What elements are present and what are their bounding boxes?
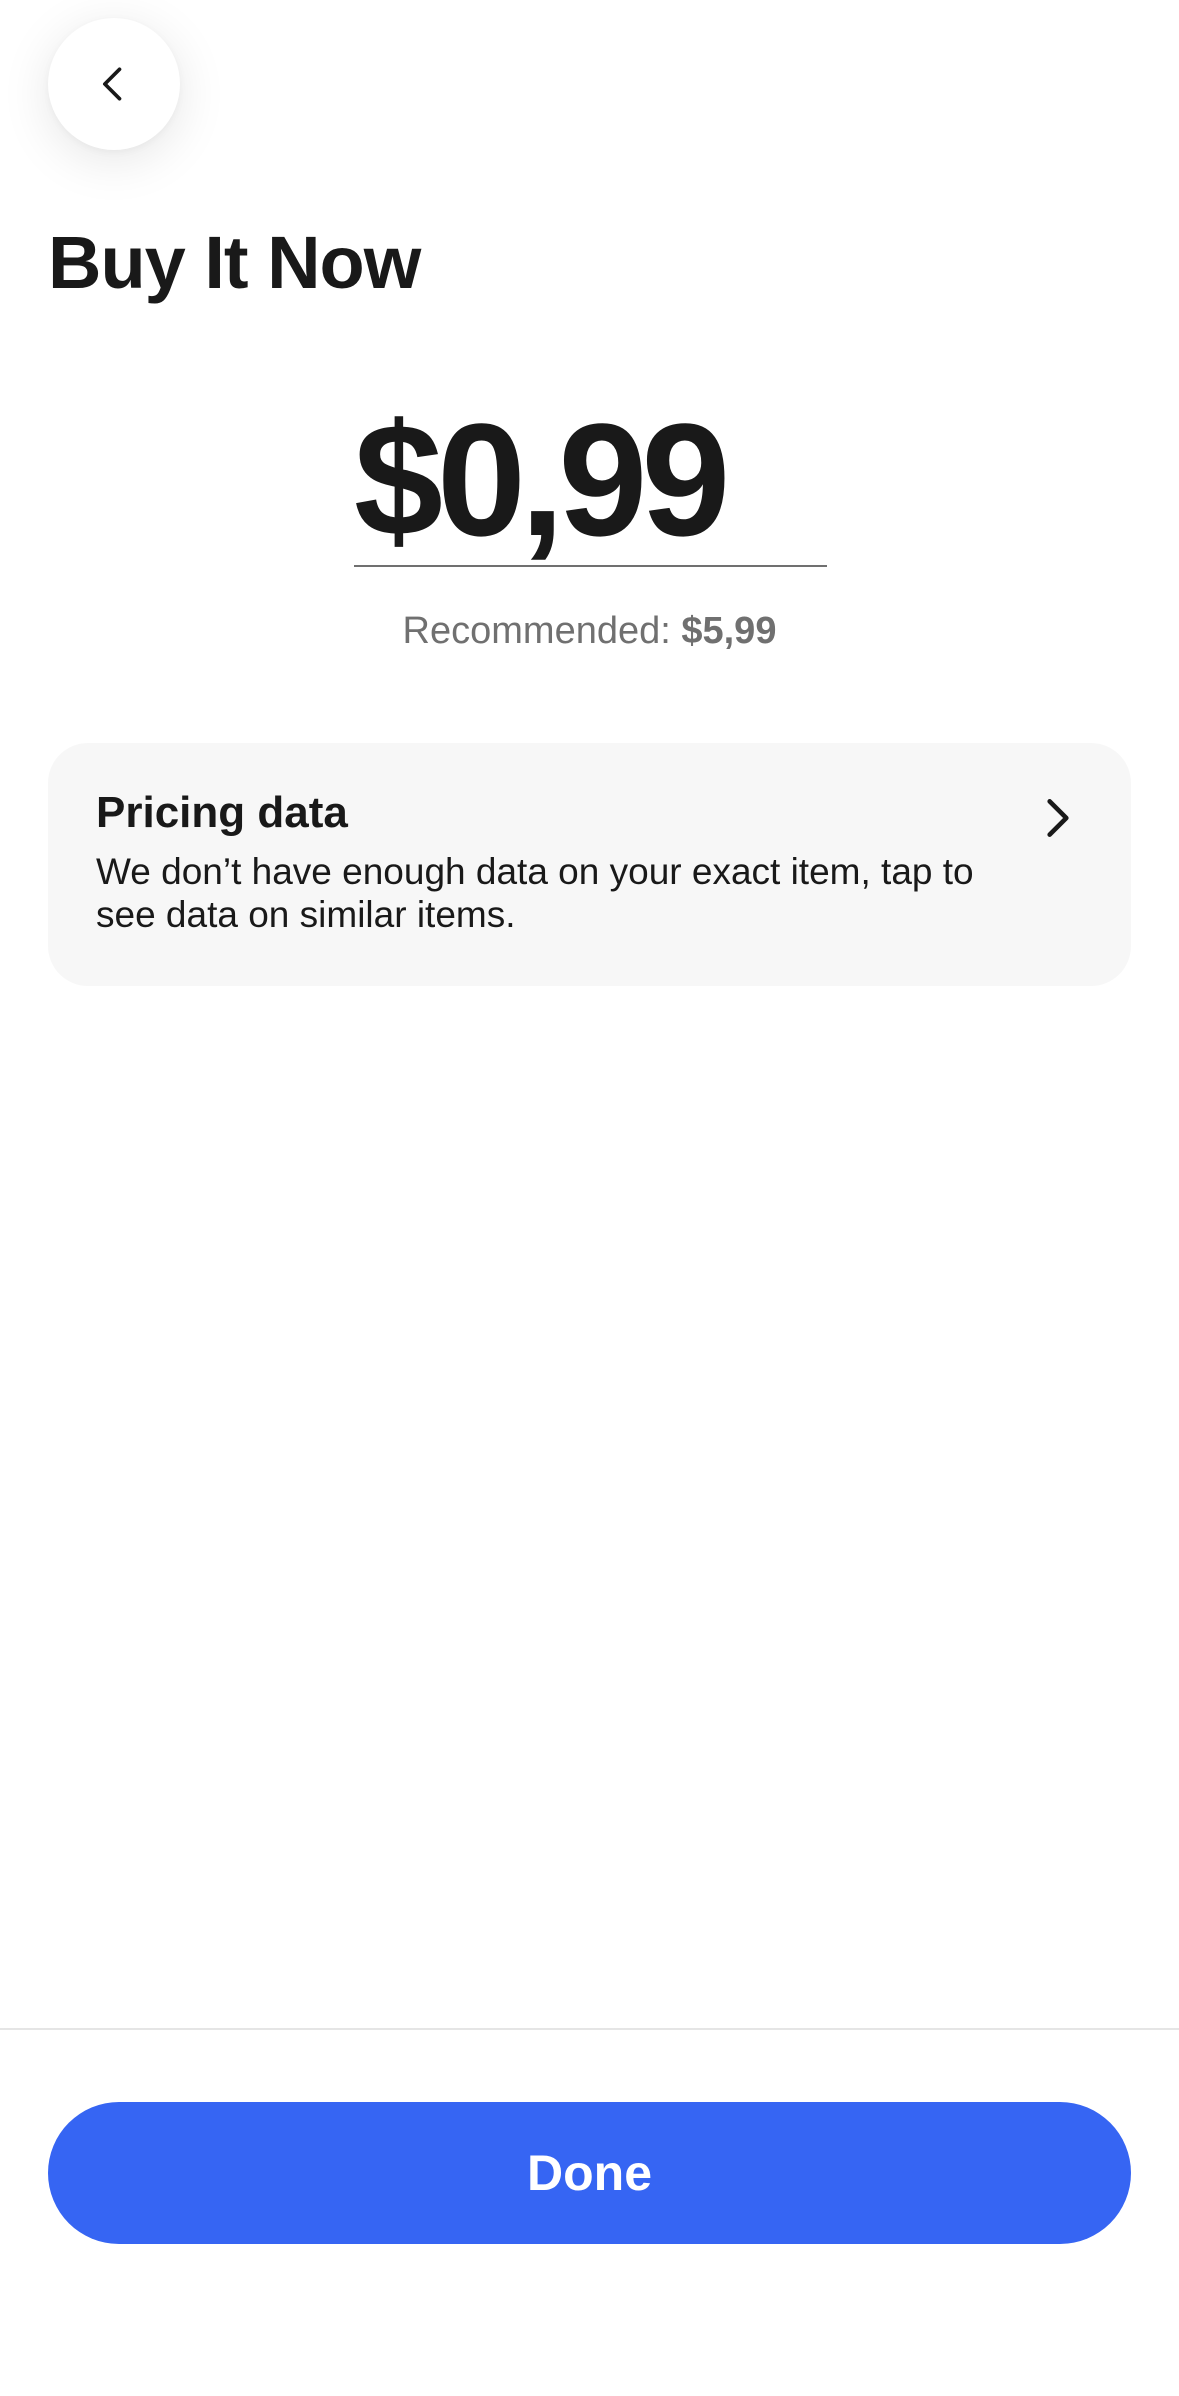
price-field bbox=[354, 395, 827, 567]
pricing-card-description: We don’t have enough data on your exact … bbox=[96, 851, 974, 935]
recommended-price: Recommended: $5,99 bbox=[0, 610, 1179, 653]
recommended-value: $5,99 bbox=[681, 610, 777, 652]
back-button[interactable] bbox=[48, 18, 180, 150]
page-title: Buy It Now bbox=[48, 221, 421, 304]
price-input[interactable] bbox=[354, 395, 827, 565]
page: Buy It Now Recommended: $5,99 Pricing da… bbox=[0, 0, 1179, 2396]
footer-divider bbox=[0, 2028, 1179, 2030]
chevron-left-icon bbox=[103, 67, 122, 101]
pricing-data-card[interactable]: Pricing data We don’t have enough data o… bbox=[48, 743, 1131, 986]
done-button[interactable]: Done bbox=[48, 2102, 1131, 2244]
chevron-right-icon bbox=[1047, 799, 1069, 837]
pricing-card-title: Pricing data bbox=[96, 788, 348, 837]
recommended-label: Recommended: bbox=[402, 610, 671, 652]
